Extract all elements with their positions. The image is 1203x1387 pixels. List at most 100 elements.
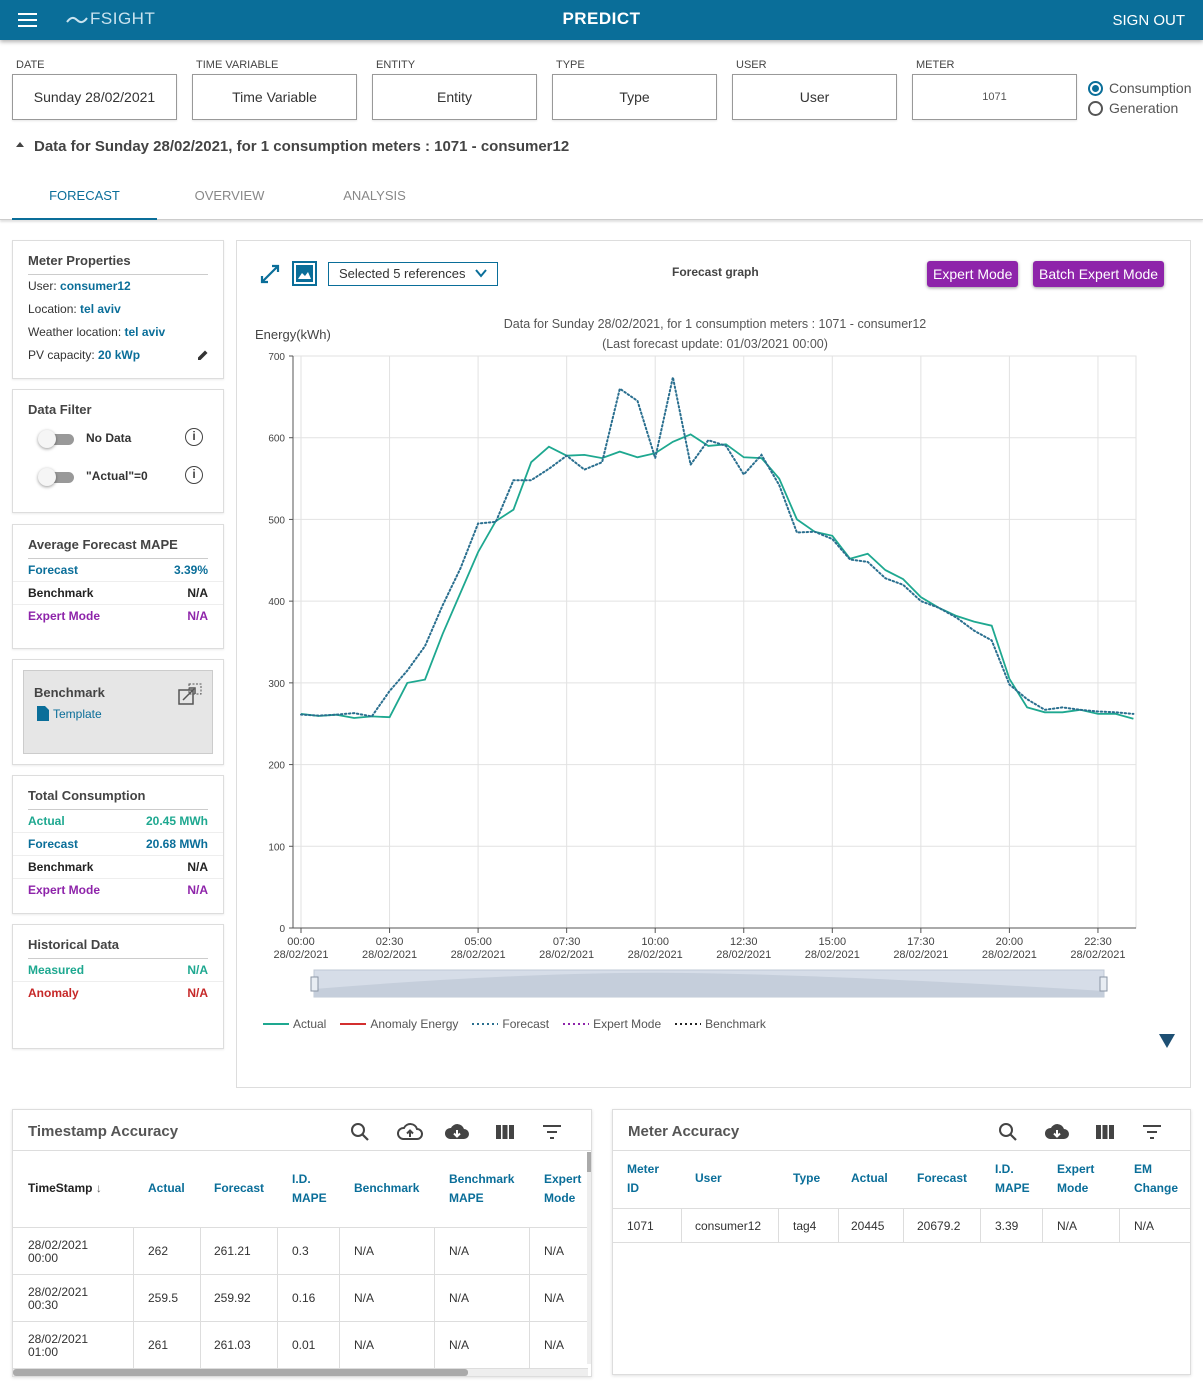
vertical-scrollbar[interactable] <box>587 1152 591 1364</box>
table-cell: N/A <box>354 1291 375 1305</box>
info-icon[interactable]: i <box>185 428 203 446</box>
legend-benchmark-swatch <box>675 1023 702 1025</box>
chart-series <box>300 376 1135 720</box>
cloud-download-icon[interactable] <box>444 1121 470 1143</box>
columns-icon[interactable] <box>1094 1121 1116 1143</box>
expand-icon[interactable] <box>259 263 281 285</box>
column-divider <box>133 1275 134 1322</box>
column-divider <box>277 1275 278 1322</box>
date-picker[interactable]: Sunday 28/02/2021 <box>12 74 177 120</box>
table-row[interactable]: 28/02/2021 00:00 262 261.21 0.3 N/A N/A N/A <box>13 1228 588 1275</box>
user-select[interactable]: User <box>732 74 897 120</box>
search-icon[interactable] <box>997 1121 1019 1143</box>
total-actual-row: Actual 20.45 MWh <box>13 810 223 833</box>
col-benchmark[interactable]: Benchmark <box>354 1179 419 1198</box>
tab-analysis[interactable]: ANALYSIS <box>302 172 447 220</box>
cloud-download-icon[interactable] <box>1044 1121 1070 1143</box>
filter-time-variable: TIME VARIABLE Time Variable <box>192 56 357 120</box>
meter-accuracy-card: Meter Accuracy Meter ID User Type Actual… <box>612 1109 1191 1375</box>
timestamp-accuracy-title: Timestamp Accuracy <box>28 1123 179 1140</box>
table-cell: 259.92 <box>214 1291 251 1305</box>
collapse-caret-icon[interactable] <box>16 141 24 147</box>
meter-accuracy-title: Meter Accuracy <box>628 1123 740 1140</box>
table-row[interactable]: 1071 consumer12 tag4 20445 20679.2 3.39 N/A N/A <box>613 1209 1190 1243</box>
legend-actual[interactable]: Actual <box>293 1017 326 1031</box>
sort-arrow-icon[interactable]: ↓ <box>96 1181 102 1195</box>
table-cell: N/A <box>354 1338 375 1352</box>
col-forecast[interactable]: Forecast <box>214 1179 264 1198</box>
info-icon[interactable]: i <box>185 466 203 484</box>
batch-expert-mode-button[interactable]: Batch Expert Mode <box>1033 261 1165 287</box>
triangle-down-icon[interactable] <box>1159 1034 1175 1048</box>
col-actual[interactable]: Actual <box>851 1169 888 1188</box>
slider-left-handle[interactable] <box>310 976 319 992</box>
y-tick-label: 400 <box>268 597 285 608</box>
col-expert-mode[interactable]: Expert Mode <box>1057 1160 1102 1198</box>
radio-generation[interactable]: Generation <box>1088 100 1178 116</box>
legend-forecast[interactable]: Forecast <box>502 1017 549 1031</box>
table-cell: 3.39 <box>995 1219 1019 1233</box>
x-tick-date-label: 28/02/2021 <box>628 949 683 961</box>
tab-forecast[interactable]: FORECAST <box>12 172 157 220</box>
cloud-upload-icon[interactable] <box>397 1121 423 1143</box>
table-row[interactable]: 28/02/2021 00:30 259.5 259.92 0.16 N/A N/A N/A <box>13 1275 588 1322</box>
time-variable-select[interactable]: Time Variable <box>192 74 357 120</box>
actual-zero-toggle[interactable] <box>38 468 88 486</box>
x-tick-time-label: 07:30 <box>553 936 581 948</box>
no-data-toggle[interactable] <box>38 430 88 448</box>
legend-anomaly[interactable]: Anomaly Energy <box>370 1017 458 1031</box>
col-meter-id[interactable]: Meter ID <box>627 1160 669 1198</box>
historical-measured-label: Measured <box>28 963 85 977</box>
column-divider <box>133 1322 134 1369</box>
table-cell: N/A <box>449 1244 470 1258</box>
col-id-mape[interactable]: I.D. MAPE <box>995 1160 1035 1198</box>
template-link[interactable]: Template <box>37 706 102 721</box>
historical-data-card: Historical Data Measured N/A Anomaly N/A <box>12 924 224 1049</box>
table-row[interactable]: 28/02/2021 01:00 261 261.03 0.01 N/A N/A N/A <box>13 1322 588 1369</box>
prop-user-value: consumer12 <box>60 279 131 293</box>
references-dropdown[interactable]: Selected 5 references <box>328 262 498 286</box>
mape-card: Average Forecast MAPE Forecast 3.39% Benc… <box>12 524 224 649</box>
column-divider <box>980 1209 981 1243</box>
filter-icon[interactable] <box>1141 1121 1163 1143</box>
legend-expert[interactable]: Expert Mode <box>593 1017 661 1031</box>
tab-overview[interactable]: OVERVIEW <box>157 172 302 220</box>
horizontal-scrollbar[interactable] <box>13 1369 588 1376</box>
legend-benchmark[interactable]: Benchmark <box>705 1017 766 1031</box>
entity-select[interactable]: Entity <box>372 74 537 120</box>
expert-mode-button[interactable]: Expert Mode <box>927 261 1019 287</box>
table-cell: 261.21 <box>214 1244 251 1258</box>
col-actual[interactable]: Actual <box>148 1179 185 1198</box>
mape-forecast-label: Forecast <box>28 563 79 577</box>
type-select[interactable]: Type <box>552 74 717 120</box>
filter-meter: METER 1071 <box>912 56 1077 120</box>
col-timestamp[interactable]: TimeStamp ↓ <box>28 1179 102 1198</box>
columns-icon[interactable] <box>494 1121 516 1143</box>
sign-out-button[interactable]: SIGN OUT <box>1112 12 1185 29</box>
x-tick-date-label: 28/02/2021 <box>539 949 594 961</box>
y-tick-label: 200 <box>268 761 285 772</box>
col-type[interactable]: Type <box>793 1169 820 1188</box>
col-id-mape[interactable]: I.D. MAPE <box>292 1170 337 1208</box>
col-forecast[interactable]: Forecast <box>917 1169 967 1188</box>
x-tick-time-label: 22:30 <box>1084 936 1112 948</box>
vertical-scroll-thumb[interactable] <box>587 1152 591 1172</box>
open-external-icon[interactable] <box>178 683 202 705</box>
radio-consumption[interactable]: Consumption <box>1088 80 1192 96</box>
filter-icon[interactable] <box>541 1121 563 1143</box>
search-icon[interactable] <box>349 1121 371 1143</box>
range-slider[interactable] <box>310 969 1108 998</box>
col-benchmark-mape[interactable]: Benchmark MAPE <box>449 1170 529 1208</box>
column-divider <box>529 1275 530 1322</box>
data-header[interactable]: Data for Sunday 28/02/2021, for 1 consum… <box>16 138 569 155</box>
template-link-text: Template <box>53 706 102 721</box>
image-icon[interactable] <box>292 261 317 286</box>
edit-pencil-icon[interactable] <box>197 349 209 361</box>
col-expert-mode[interactable]: Expert Mode <box>544 1170 589 1208</box>
meter-select[interactable]: 1071 <box>912 74 1077 120</box>
horizontal-scroll-thumb[interactable] <box>13 1369 468 1376</box>
mape-expert-label: Expert Mode <box>28 609 101 623</box>
col-user[interactable]: User <box>695 1169 722 1188</box>
slider-right-handle[interactable] <box>1099 976 1108 992</box>
col-em-change[interactable]: EM Change <box>1134 1160 1184 1198</box>
